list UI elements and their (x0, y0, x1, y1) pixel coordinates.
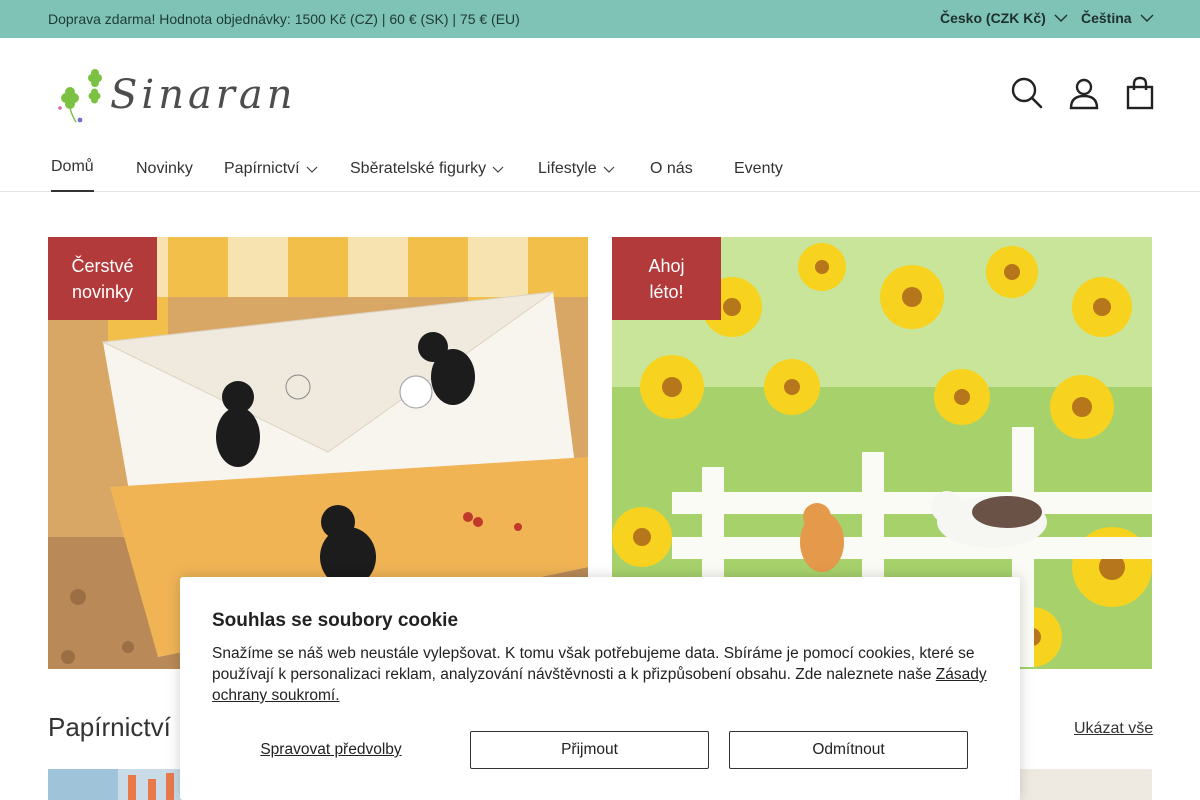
site-header: Sinaran Domů Novinky Papírnictví Sběrate… (0, 38, 1200, 192)
clover-logo-icon: Sinaran (58, 69, 297, 123)
product-thumbnail[interactable] (48, 769, 188, 800)
logo[interactable]: Sinaran (52, 64, 352, 128)
badge-line2: léto! (649, 281, 684, 302)
country-label: Česko (CZK Kč) (940, 10, 1046, 26)
nav-label: Lifestyle (538, 160, 597, 177)
logo-text: Sinaran (110, 72, 297, 118)
chevron-down-icon (492, 166, 504, 173)
accept-button[interactable]: Přijmout (470, 731, 709, 769)
nav-item-about[interactable]: O nás (650, 158, 693, 180)
announcement-bar: Doprava zdarma! Hodnota objednávky: 1500… (0, 0, 1200, 38)
cookie-title: Souhlas se soubory cookie (212, 610, 459, 631)
search-icon[interactable] (1010, 76, 1044, 110)
reject-button[interactable]: Odmítnout (729, 731, 968, 769)
nav-label: Eventy (734, 160, 783, 177)
nav-label: O nás (650, 160, 693, 177)
language-selector[interactable]: Čeština (1081, 10, 1154, 26)
badge-line1: Čerstvé (71, 255, 134, 276)
nav-label: Sběratelské figurky (350, 160, 487, 177)
cookie-text-block: Snažíme se náš web neustále vylepšovat. … (212, 643, 992, 706)
account-icon[interactable] (1067, 76, 1101, 110)
badge-line1: Ahoj (648, 255, 685, 276)
nav-item-home[interactable]: Domů (51, 158, 94, 192)
country-selector[interactable]: Česko (CZK Kč) (940, 10, 1068, 26)
banner-badge: Ahoj léto! (612, 237, 721, 320)
language-label: Čeština (1081, 10, 1132, 26)
nav-item-figures[interactable]: Sběratelské figurky (350, 158, 504, 180)
chevron-down-icon (603, 166, 615, 173)
announcement-message: Doprava zdarma! Hodnota objednávky: 1500… (48, 11, 520, 27)
badge-line2: novinky (71, 281, 133, 302)
nav-item-lifestyle[interactable]: Lifestyle (538, 158, 615, 180)
nav-item-stationery[interactable]: Papírnictví (224, 158, 318, 180)
nav-label: Novinky (136, 160, 193, 177)
nav-label: Domů (51, 158, 94, 175)
nav-label: Papírnictví (224, 160, 300, 177)
bag-icon[interactable] (1123, 76, 1157, 110)
cookie-text: Snažíme se náš web neustále vylepšovat. … (212, 645, 975, 683)
chevron-down-icon (306, 166, 318, 173)
manage-preferences-button[interactable]: Spravovat předvolby (212, 731, 450, 769)
view-all-link[interactable]: Ukázat vše (1074, 720, 1153, 738)
section-title: Papírnictví (48, 712, 171, 742)
banner-badge: Čerstvé novinky (48, 237, 157, 320)
chevron-down-icon (1140, 14, 1154, 22)
product-thumbnail[interactable] (1020, 769, 1152, 800)
nav-item-new[interactable]: Novinky (136, 158, 193, 180)
chevron-down-icon (1054, 14, 1068, 22)
nav-item-events[interactable]: Eventy (734, 158, 783, 180)
cookie-consent-dialog: Souhlas se soubory cookie Snažíme se náš… (180, 577, 1020, 800)
